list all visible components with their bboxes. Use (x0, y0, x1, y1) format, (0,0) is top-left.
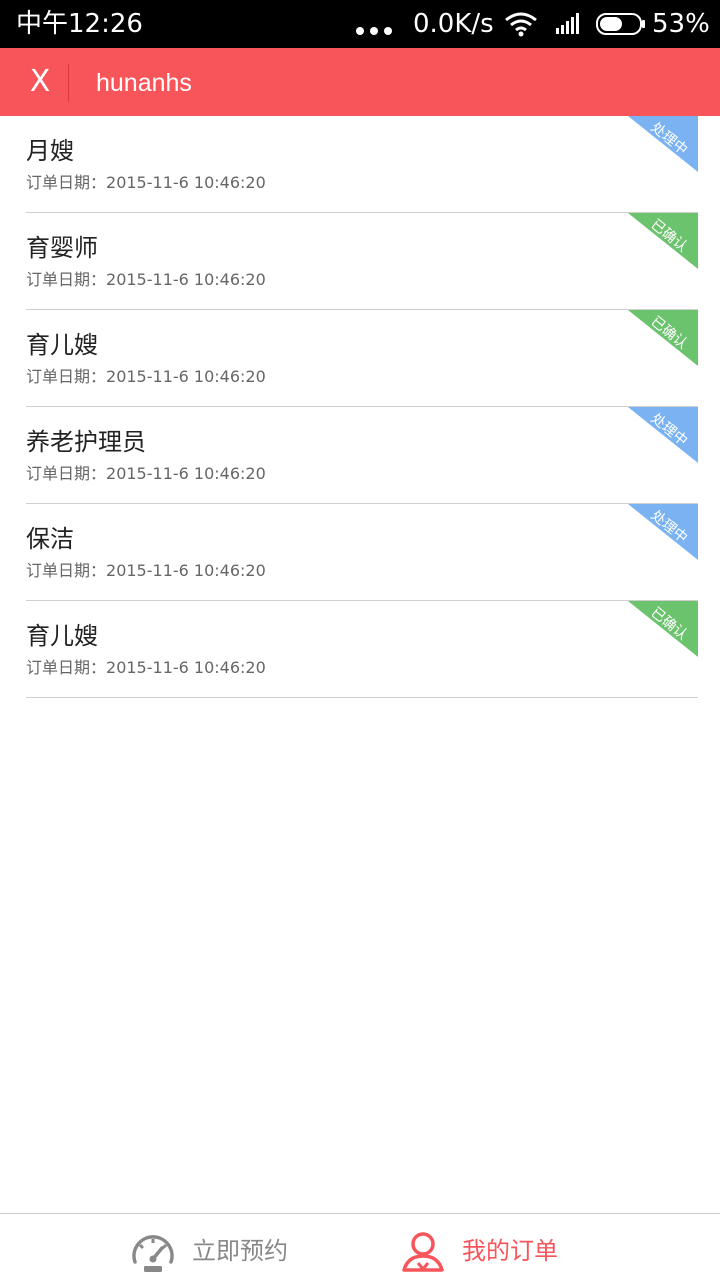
order-date-value: 2015-11-6 10:46:20 (106, 173, 266, 192)
battery-icon (596, 13, 645, 35)
order-row[interactable]: 月嫂 订单日期：2015-11-6 10:46:20 处理中 (26, 116, 698, 213)
order-row[interactable]: 养老护理员 订单日期：2015-11-6 10:46:20 处理中 (26, 407, 698, 504)
nav-my-orders[interactable]: 我的订单 (400, 1214, 600, 1286)
nav-book-now-label: 立即预约 (192, 1237, 288, 1265)
speedometer-icon (130, 1228, 176, 1274)
status-ribbon: 已确认 (628, 310, 698, 366)
order-date: 订单日期：2015-11-6 10:46:20 (26, 366, 266, 388)
status-ribbon: 处理中 (628, 116, 698, 172)
order-date: 订单日期：2015-11-6 10:46:20 (26, 172, 266, 194)
order-date-label: 订单日期： (26, 173, 107, 192)
app-header: X hunanhs (0, 48, 720, 116)
order-date: 订单日期：2015-11-6 10:46:20 (26, 463, 266, 485)
order-date-value: 2015-11-6 10:46:20 (106, 464, 266, 483)
order-service-name: 月嫂 (26, 137, 74, 165)
order-date-label: 订单日期： (26, 270, 107, 289)
status-badge: 已确认 (647, 313, 691, 353)
battery-percent: 53% (652, 9, 710, 39)
order-row[interactable]: 育儿嫂 订单日期：2015-11-6 10:46:20 已确认 (26, 601, 698, 698)
order-date-value: 2015-11-6 10:46:20 (106, 367, 266, 386)
status-time: 中午12:26 (16, 9, 143, 39)
order-row[interactable]: 育婴师 订单日期：2015-11-6 10:46:20 已确认 (26, 213, 698, 310)
nav-book-now[interactable]: 立即预约 (130, 1214, 310, 1286)
order-date: 订单日期：2015-11-6 10:46:20 (26, 269, 266, 291)
status-badge: 已确认 (647, 216, 691, 256)
order-service-name: 育婴师 (26, 234, 98, 262)
page-title: hunanhs (96, 69, 192, 97)
signal-icon (555, 13, 581, 39)
order-date-label: 订单日期： (26, 464, 107, 483)
status-badge: 处理中 (647, 410, 691, 450)
header-divider (68, 64, 69, 102)
order-list: 月嫂 订单日期：2015-11-6 10:46:20 处理中 育婴师 订单日期：… (0, 116, 720, 698)
order-row[interactable]: 育儿嫂 订单日期：2015-11-6 10:46:20 已确认 (26, 310, 698, 407)
order-service-name: 养老护理员 (26, 428, 146, 456)
status-ribbon: 已确认 (628, 601, 698, 657)
dots-icon (356, 20, 398, 39)
order-service-name: 育儿嫂 (26, 622, 98, 650)
order-date-label: 订单日期： (26, 658, 107, 677)
status-ribbon: 处理中 (628, 504, 698, 560)
status-ribbon: 已确认 (628, 213, 698, 269)
close-button[interactable]: X (20, 60, 60, 104)
order-date-value: 2015-11-6 10:46:20 (106, 658, 266, 677)
order-date: 订单日期：2015-11-6 10:46:20 (26, 560, 266, 582)
bottom-nav: 立即预约 我的订单 (0, 1213, 720, 1286)
order-date-value: 2015-11-6 10:46:20 (106, 561, 266, 580)
order-date-label: 订单日期： (26, 367, 107, 386)
order-service-name: 育儿嫂 (26, 331, 98, 359)
order-date-value: 2015-11-6 10:46:20 (106, 270, 266, 289)
status-ribbon: 处理中 (628, 407, 698, 463)
status-badge: 处理中 (647, 507, 691, 547)
status-badge: 处理中 (647, 119, 691, 159)
order-date-label: 订单日期： (26, 561, 107, 580)
status-net-speed: 0.0K/s (413, 9, 494, 39)
order-row[interactable]: 保洁 订单日期：2015-11-6 10:46:20 处理中 (26, 504, 698, 601)
status-badge: 已确认 (647, 604, 691, 644)
user-icon (400, 1228, 446, 1274)
nav-my-orders-label: 我的订单 (462, 1237, 558, 1265)
order-date: 订单日期：2015-11-6 10:46:20 (26, 657, 266, 679)
wifi-icon (504, 11, 538, 41)
status-bar: 中午12:26 0.0K/s 53% (0, 0, 720, 48)
order-service-name: 保洁 (26, 525, 74, 553)
